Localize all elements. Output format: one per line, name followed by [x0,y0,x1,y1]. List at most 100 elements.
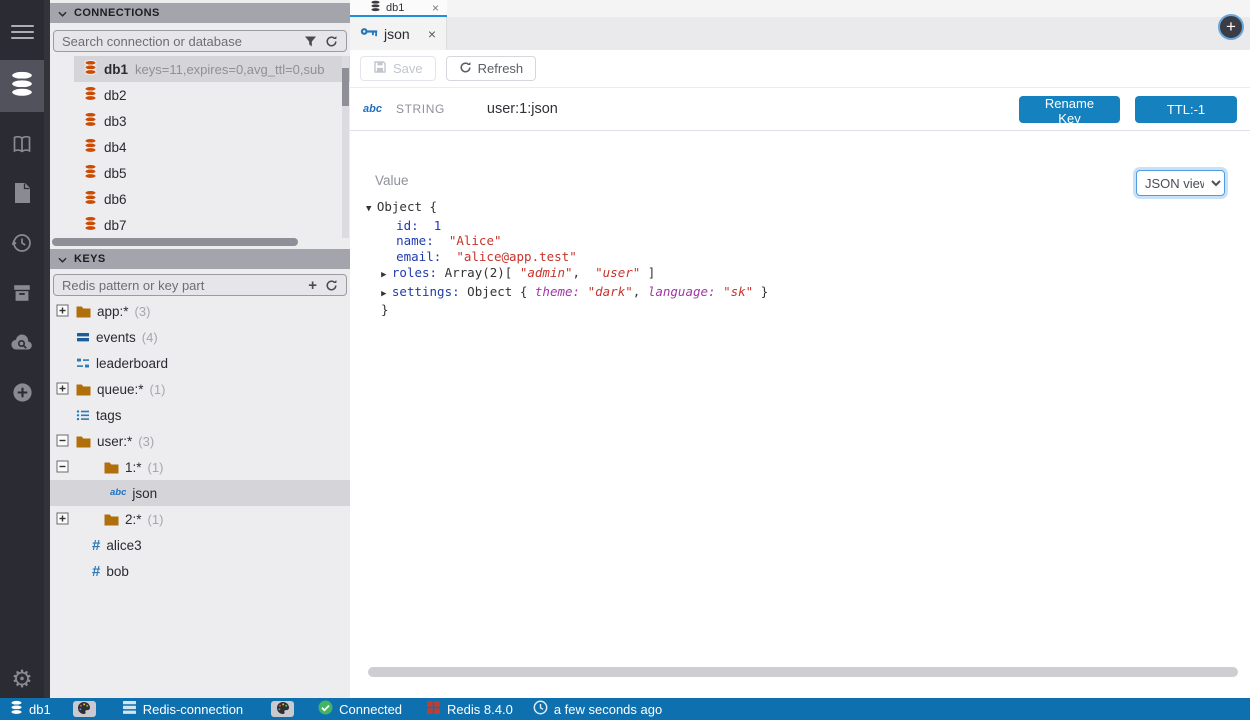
expand-plus-icon[interactable] [56,304,69,317]
refresh-connections-icon[interactable] [325,35,338,48]
connection-search-input[interactable] [62,34,296,49]
rail-resize-gutter[interactable] [44,0,50,698]
key-tree-item[interactable]: queue:*(1) [50,376,350,402]
vscrollbar-thumb[interactable] [342,68,349,106]
status-connection[interactable]: Redis-connection [122,700,243,718]
keys-section-header[interactable]: KEYS [50,249,350,269]
history-clock-icon [10,231,34,260]
key-tree-item[interactable]: #bob [50,558,350,584]
connections-vscrollbar[interactable] [342,56,349,238]
sidebar-item-archive[interactable] [0,273,44,317]
database-list-item[interactable]: db2 [50,82,350,108]
book-icon [10,132,34,161]
content-hscrollbar[interactable] [368,667,1238,677]
collapse-minus-icon[interactable] [56,434,69,447]
ttl-button[interactable]: TTL:-1 [1135,96,1237,123]
key-tab-bar: json × [350,17,1250,50]
key-search-input[interactable] [62,278,300,293]
json-token: 1 [434,218,442,233]
db-name: db6 [104,192,127,207]
database-list-item[interactable]: db1keys=11,expires=0,avg_ttl=0,sub [74,56,350,82]
add-key-icon[interactable]: + [308,278,317,293]
json-token: settings: [392,284,460,299]
key-tree-item[interactable]: leaderboard [50,350,350,376]
tab-key-json[interactable]: json × [350,17,447,50]
json-line: ▶ settings: Object { theme: "dark", lang… [366,284,768,303]
key-tree-item[interactable]: app:*(3) [50,298,350,324]
json-token: "alice@app.test" [456,249,576,264]
status-db-selector[interactable]: db1 [10,700,51,718]
key-tree-item[interactable]: 1:*(1) [50,454,350,480]
key-tree-label: 1:* [125,460,142,475]
sidebar-item-history[interactable] [0,223,44,267]
color-palette-badge[interactable] [271,701,294,717]
json-token [419,218,434,233]
settings-button[interactable]: ⚙ [0,658,44,702]
database-list-item[interactable]: db5 [50,160,350,186]
key-tree-item[interactable]: #alice3 [50,532,350,558]
database-list-item[interactable]: db7 [50,212,350,238]
key-tree-item[interactable]: tags [50,402,350,428]
gear-icon: ⚙ [11,668,33,692]
sidebar-item-new-connection[interactable] [0,373,44,417]
key-tree-item[interactable]: events(4) [50,324,350,350]
json-token: } [753,284,768,299]
folder-icon [76,435,91,448]
connections-hscrollbar[interactable] [52,238,298,246]
key-tree-label: json [132,486,157,501]
database-list: db1keys=11,expires=0,avg_ttl=0,subdb2db3… [50,56,350,238]
expand-toggle-icon[interactable]: ▶ [381,270,392,280]
db-icon [84,112,97,130]
close-icon[interactable]: × [432,2,439,14]
database-icon [9,70,35,103]
collapse-minus-icon[interactable] [56,460,69,473]
db-name: db4 [104,140,127,155]
palette-icon [77,701,91,718]
key-header: abc STRING user:1:json Rename Key TTL:-1 [350,88,1250,131]
key-tree-item[interactable]: abcjson [50,480,350,506]
database-list-item[interactable]: db4 [50,134,350,160]
refresh-keys-icon[interactable] [325,279,338,292]
json-line: ▶ roles: Array(2)[ "admin", "user" ] [366,265,768,284]
color-palette-badge[interactable] [73,701,96,717]
key-count-badge: (1) [148,512,164,527]
key-tree-label: leaderboard [96,356,168,371]
database-list-item[interactable]: db3 [50,108,350,134]
view-selector[interactable]: JSON view [1136,170,1225,196]
key-tree-item[interactable]: 2:*(1) [50,506,350,532]
close-icon[interactable]: × [428,27,436,41]
tab-connection-db1[interactable]: db1 × [350,0,447,17]
string-icon: abc [110,488,126,498]
expand-toggle-icon[interactable]: ▶ [381,289,392,299]
filter-funnel-icon[interactable] [304,35,317,48]
tab-label: json [384,26,410,42]
sidebar-item-databases[interactable] [0,60,44,112]
sidebar-item-logs[interactable] [0,173,44,217]
side-panel: CONNECTIONS db1keys=11,expires=0,avg_ttl… [50,0,350,698]
key-tree-label: app:* [97,304,129,319]
sidebar-item-cloud-search[interactable] [0,323,44,367]
new-tab-button[interactable]: + [1218,14,1244,40]
sidebar-item-docs[interactable] [0,124,44,168]
expand-toggle-icon[interactable]: ▼ [366,204,377,214]
menu-icon[interactable] [0,10,44,54]
database-list-item[interactable]: db6 [50,186,350,212]
folder-icon [76,305,91,318]
rename-key-button[interactable]: Rename Key [1019,96,1120,123]
file-icon [11,181,33,210]
connections-section-header[interactable]: CONNECTIONS [50,3,350,23]
json-token: name: [396,233,434,248]
save-button[interactable]: Save [360,56,436,81]
json-token [366,249,396,264]
refresh-button[interactable]: Refresh [446,56,537,81]
db-icon [84,164,97,182]
db-name: db5 [104,166,127,181]
json-token: "admin" [520,265,573,280]
json-token: theme: [535,284,580,299]
json-line: id: 1 [366,218,768,234]
key-tree-item[interactable]: user:*(3) [50,428,350,454]
json-line: ▼ Object { [366,199,768,218]
key-tree-label: alice3 [106,538,141,553]
expand-plus-icon[interactable] [56,382,69,395]
expand-plus-icon[interactable] [56,512,69,525]
